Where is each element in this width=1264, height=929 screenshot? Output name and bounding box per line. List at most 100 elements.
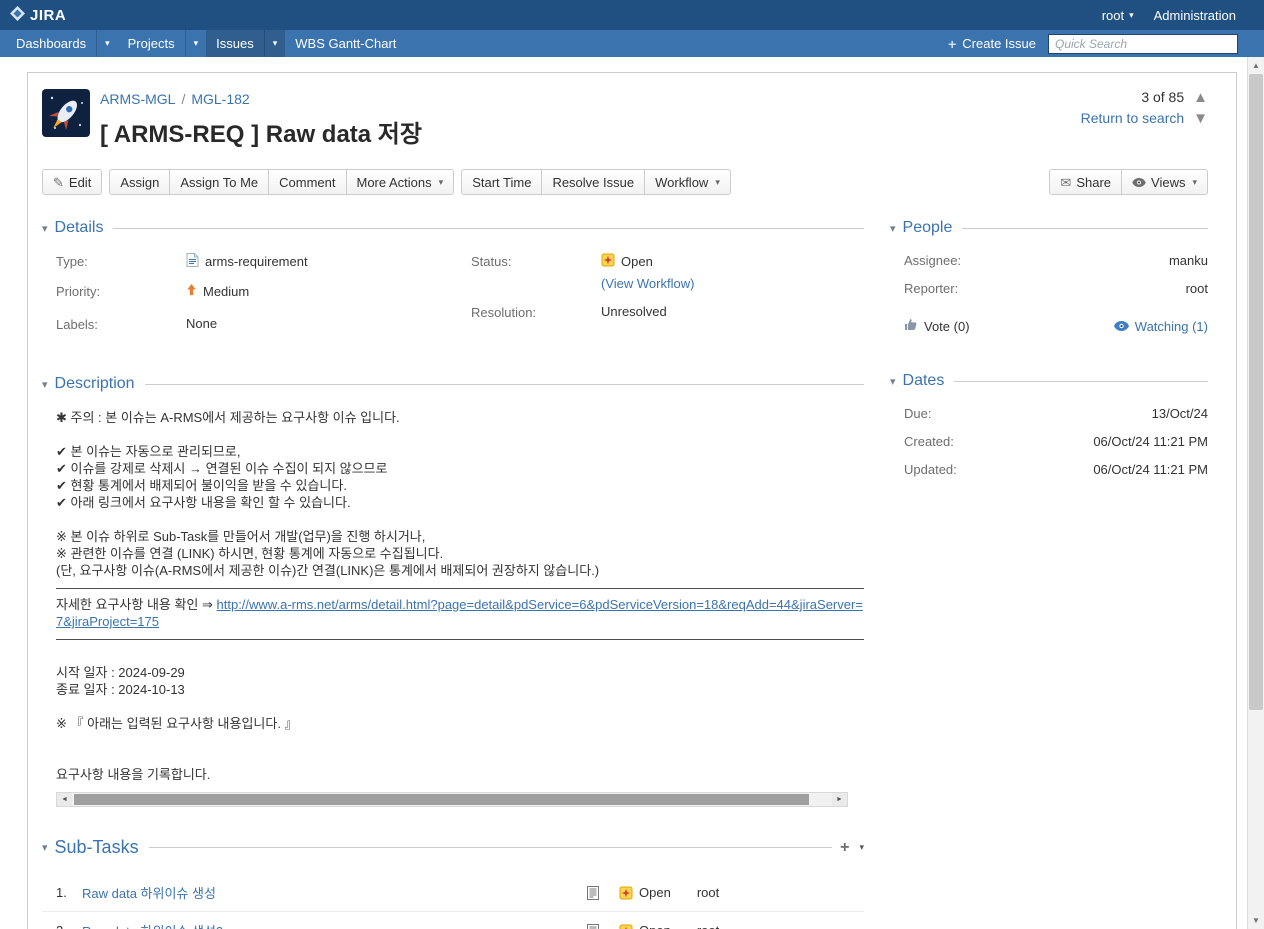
subtask-summary-link[interactable]: Raw data 하위이슈 생성2 xyxy=(82,921,587,929)
nav-issues[interactable]: Issues ▾ xyxy=(206,30,285,57)
collapse-icon[interactable]: ▾ xyxy=(42,378,48,391)
add-subtask-icon[interactable]: + xyxy=(840,839,849,857)
assign-to-me-button[interactable]: Assign To Me xyxy=(169,169,269,195)
user-menu[interactable]: root ▾ xyxy=(1102,8,1134,23)
nav-dashboards[interactable]: Dashboards ▾ xyxy=(6,30,118,57)
assignee-value[interactable]: manku xyxy=(1169,253,1208,268)
quick-search-input[interactable] xyxy=(1048,34,1238,54)
scroll-down-icon[interactable]: ▼ xyxy=(1248,912,1264,929)
subtask-summary-link[interactable]: Raw data 하위이슈 생성 xyxy=(82,883,587,902)
watching-link[interactable]: Watching (1) xyxy=(1114,319,1208,334)
horizontal-scrollbar-thumb[interactable] xyxy=(74,794,809,805)
edit-label: Edit xyxy=(69,175,91,190)
collapse-icon[interactable]: ▾ xyxy=(890,222,896,235)
nav-projects-dropdown[interactable]: ▾ xyxy=(185,30,207,57)
status-value: Open xyxy=(621,254,653,269)
vote-link[interactable]: Vote (0) xyxy=(904,318,970,334)
nav-dashboards-label[interactable]: Dashboards xyxy=(6,30,96,57)
comment-label: Comment xyxy=(279,175,335,190)
return-to-search-link[interactable]: Return to search xyxy=(1081,110,1185,126)
jira-logo[interactable]: JIRA xyxy=(10,6,66,25)
administration-link[interactable]: Administration xyxy=(1154,8,1236,23)
description-heading: Description xyxy=(55,375,135,393)
nav-wbs-gantt[interactable]: WBS Gantt-Chart xyxy=(285,30,406,57)
section-divider xyxy=(149,847,833,848)
subtask-number: 1. xyxy=(56,885,82,900)
subtask-options-icon[interactable]: ▾ xyxy=(859,843,864,852)
updated-label: Updated: xyxy=(904,462,957,477)
chevron-down-icon: ▾ xyxy=(1192,177,1197,188)
start-time-button[interactable]: Start Time xyxy=(461,169,542,195)
nav-projects[interactable]: Projects ▾ xyxy=(118,30,207,57)
workflow-label: Workflow xyxy=(655,175,708,190)
subtask-type-icon xyxy=(587,924,599,929)
breadcrumb-separator: / xyxy=(181,91,185,107)
resolve-issue-button[interactable]: Resolve Issue xyxy=(541,169,645,195)
views-button[interactable]: Views ▾ xyxy=(1121,169,1208,195)
watch-eye-icon xyxy=(1114,319,1129,334)
subtask-status-icon xyxy=(619,924,633,929)
section-divider xyxy=(145,384,864,385)
main-navigation: Dashboards ▾ Projects ▾ Issues ▾ WBS Gan… xyxy=(0,30,1264,57)
share-button[interactable]: ✉ Share xyxy=(1049,169,1122,195)
nav-issues-label[interactable]: Issues xyxy=(206,30,264,57)
horizontal-scrollbar[interactable]: ◄ ► xyxy=(56,792,848,807)
previous-issue-icon[interactable]: ▲ xyxy=(1193,90,1208,105)
created-label: Created: xyxy=(904,434,954,449)
description-body: ✱ 주의 : 본 이슈는 A-RMS에서 제공하는 요구사항 이슈 입니다. ✔… xyxy=(42,409,864,783)
details-section: ▾ Details Type: arms-requirement xyxy=(42,219,864,345)
collapse-icon[interactable]: ▾ xyxy=(890,375,896,388)
assign-to-me-label: Assign To Me xyxy=(180,175,258,190)
due-value: 13/Oct/24 xyxy=(1152,406,1208,421)
reporter-value[interactable]: root xyxy=(1186,281,1208,296)
subtask-assignee: root xyxy=(697,923,719,929)
description-section: ▾ Description ✱ 주의 : 본 이슈는 A-RMS에서 제공하는 … xyxy=(42,375,864,807)
collapse-icon[interactable]: ▾ xyxy=(42,222,48,235)
edit-button[interactable]: ✎ Edit xyxy=(42,169,102,195)
top-app-bar: JIRA root ▾ Administration xyxy=(0,0,1264,30)
nav-projects-label[interactable]: Projects xyxy=(118,30,185,57)
reporter-label: Reporter: xyxy=(904,281,958,296)
watching-label: Watching (1) xyxy=(1135,319,1208,334)
next-issue-icon[interactable]: ▼ xyxy=(1193,111,1208,126)
vertical-scrollbar-thumb[interactable] xyxy=(1249,74,1263,710)
project-avatar[interactable] xyxy=(42,89,90,137)
type-label: Type: xyxy=(56,253,186,269)
labels-label: Labels: xyxy=(56,316,186,332)
envelope-icon: ✉ xyxy=(1060,176,1071,189)
assign-button[interactable]: Assign xyxy=(109,169,170,195)
view-workflow-link[interactable]: (View Workflow) xyxy=(601,276,694,291)
type-value: arms-requirement xyxy=(205,254,308,269)
created-value: 06/Oct/24 11:21 PM xyxy=(1093,434,1208,449)
vertical-scrollbar[interactable]: ▲ ▼ xyxy=(1247,57,1264,929)
breadcrumb-issue-key-link[interactable]: MGL-182 xyxy=(191,91,249,107)
description-note-1: ※ 본 이슈 하위로 Sub-Task를 만들어서 개발(업무)을 진행 하시거… xyxy=(56,528,864,545)
create-issue-button[interactable]: + Create Issue xyxy=(948,36,1036,51)
nav-wbs-gantt-label[interactable]: WBS Gantt-Chart xyxy=(285,30,406,57)
comment-button[interactable]: Comment xyxy=(268,169,346,195)
nav-dashboards-dropdown[interactable]: ▾ xyxy=(96,30,118,57)
updated-value: 06/Oct/24 11:21 PM xyxy=(1093,462,1208,477)
scroll-up-icon[interactable]: ▲ xyxy=(1248,57,1264,74)
nav-issues-dropdown[interactable]: ▾ xyxy=(264,30,286,57)
user-menu-label: root xyxy=(1102,8,1124,23)
chevron-down-icon: ▾ xyxy=(715,177,720,188)
subtask-row: 2. Raw data 하위이슈 생성2 Open root xyxy=(42,912,864,929)
blank-line xyxy=(56,511,864,528)
workflow-button[interactable]: Workflow ▾ xyxy=(644,169,731,195)
breadcrumb-project-link[interactable]: ARMS-MGL xyxy=(100,91,175,107)
scroll-left-button[interactable]: ◄ xyxy=(57,793,72,806)
scroll-right-button[interactable]: ► xyxy=(832,793,847,806)
more-actions-button[interactable]: More Actions▾ xyxy=(346,169,455,195)
subtasks-heading: Sub-Tasks xyxy=(55,837,139,858)
blank-line xyxy=(56,698,864,715)
description-notice: ✱ 주의 : 본 이슈는 A-RMS에서 제공하는 요구사항 이슈 입니다. xyxy=(56,409,864,426)
description-check-3: ✔ 현황 통계에서 배제되어 불이익을 받을 수 있습니다. xyxy=(56,477,864,494)
priority-label: Priority: xyxy=(56,283,186,299)
description-start-date: 시작 일자 : 2024-09-29 xyxy=(56,664,864,681)
collapse-icon[interactable]: ▾ xyxy=(42,841,48,854)
subtask-assignee: root xyxy=(697,885,719,900)
description-check-1: ✔ 본 이슈는 자동으로 관리되므로, xyxy=(56,443,864,460)
assign-label: Assign xyxy=(120,175,159,190)
share-label: Share xyxy=(1076,175,1111,190)
